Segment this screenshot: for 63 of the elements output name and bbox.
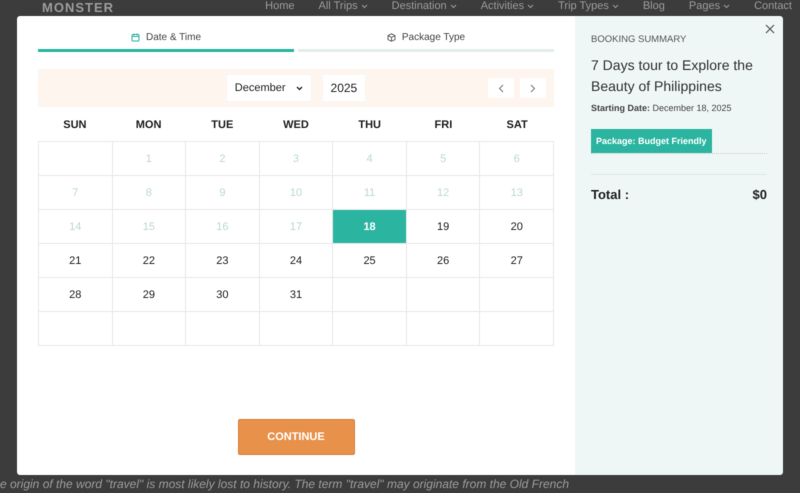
- calendar-day[interactable]: 24: [260, 244, 334, 278]
- previous-month-button[interactable]: [488, 78, 514, 98]
- nav-link[interactable]: All Trips: [318, 0, 368, 13]
- nav-link[interactable]: Home: [265, 0, 295, 13]
- total-label: Total :: [591, 187, 630, 202]
- chevron-down-icon: [296, 86, 303, 90]
- calendar-icon: [130, 33, 140, 42]
- weekday-label: SAT: [506, 118, 529, 133]
- calendar-day: 14: [39, 210, 113, 244]
- tour-title: 7 Days tour to Explore the Beauty of Philippines: [591, 56, 754, 96]
- calendar-day: 2: [186, 142, 260, 176]
- box-icon: [386, 33, 396, 42]
- calendar-day: 13: [480, 176, 554, 210]
- month-select[interactable]: December: [226, 75, 311, 101]
- weekday-label: SUN: [62, 118, 88, 133]
- nav-link[interactable]: Trip Types: [558, 0, 619, 13]
- calendar-day: 5: [406, 142, 480, 176]
- calendar-day[interactable]: 28: [39, 278, 113, 312]
- calendar-day[interactable]: 30: [186, 278, 260, 312]
- weekday-label: TUE: [210, 118, 234, 133]
- calendar-day: 1: [112, 142, 186, 176]
- calendar-day: 3: [260, 142, 334, 176]
- calendar-day: 7: [39, 176, 113, 210]
- calendar-day[interactable]: 25: [333, 244, 407, 278]
- site-logo[interactable]: MONSTER: [42, 1, 114, 15]
- calendar-day[interactable]: 21: [39, 244, 113, 278]
- calendar-day[interactable]: 31: [260, 278, 334, 312]
- calendar-day: 8: [112, 176, 186, 210]
- article-text: e origin of the word "travel" is most likely lost to history. The term "travel" may originate from the Old French: [0, 477, 570, 491]
- weekday-label: MON: [134, 118, 162, 133]
- nav-link[interactable]: Pages: [688, 0, 730, 13]
- tab[interactable]: Package Type: [298, 26, 554, 52]
- calendar-day[interactable]: 19: [406, 210, 480, 244]
- weekday-label: FRI: [434, 118, 454, 133]
- weekday-label: WED: [282, 118, 310, 133]
- nav-link[interactable]: Activities: [480, 0, 534, 13]
- calendar-day[interactable]: 26: [406, 244, 480, 278]
- weekday-label: THU: [357, 118, 382, 133]
- nav-link[interactable]: Contact: [754, 0, 792, 13]
- calendar-day[interactable]: 22: [112, 244, 186, 278]
- tab[interactable]: Date & Time: [38, 26, 294, 52]
- calendar-day: 10: [260, 176, 334, 210]
- calendar-day[interactable]: 23: [186, 244, 260, 278]
- close-icon[interactable]: [765, 24, 775, 34]
- calendar-day: 6: [480, 142, 554, 176]
- nav-link[interactable]: Blog: [642, 0, 665, 13]
- calendar-day[interactable]: 29: [112, 278, 186, 312]
- calendar-day: 15: [112, 210, 186, 244]
- package-badge: Package: Budget Friendly: [591, 129, 712, 153]
- year-field[interactable]: 2025: [322, 75, 366, 101]
- calendar-day: 12: [406, 176, 480, 210]
- calendar-day: 4: [333, 142, 407, 176]
- nav-link[interactable]: Destination: [392, 0, 457, 13]
- calendar-day: 16: [186, 210, 260, 244]
- chevron-left-icon: [498, 84, 504, 92]
- calendar-day[interactable]: 20: [480, 210, 554, 244]
- calendar-day[interactable]: 27: [480, 244, 554, 278]
- next-month-button[interactable]: [520, 78, 546, 98]
- chevron-right-icon: [530, 84, 536, 92]
- total-value: $0: [752, 187, 767, 202]
- starting-date: Starting Date: December 18, 2025: [591, 103, 733, 113]
- summary-heading: BOOKING SUMMARY: [591, 34, 688, 45]
- calendar-day: 9: [186, 176, 260, 210]
